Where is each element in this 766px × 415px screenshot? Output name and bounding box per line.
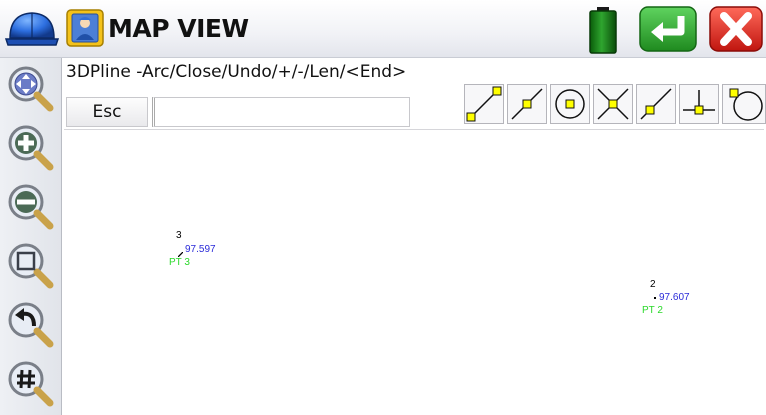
point-number: 3 [176,230,182,241]
pan-icon[interactable] [4,62,56,114]
close-icon[interactable] [709,6,763,52]
point-elevation: 97.597 [185,244,216,255]
map-canvas[interactable]: 3 97.597 PT 3 2 97.607 PT 2 [62,130,766,415]
point-number: 2 [650,279,656,290]
zoom-window-icon[interactable] [4,239,56,291]
title-bar: MAP VIEW [0,0,766,58]
enter-icon[interactable] [639,6,697,52]
snap-center-icon[interactable] [550,84,590,124]
helmet-icon[interactable] [4,6,60,52]
esc-button[interactable]: Esc [66,97,148,127]
command-prompt: 3DPline -Arc/Close/Undo/+/-/Len/<End> [66,62,407,82]
zoom-in-icon[interactable] [4,121,56,173]
command-input[interactable] [152,97,410,127]
battery-icon [587,6,619,54]
point-description: PT 3 [169,257,190,268]
point-elevation: 97.607 [659,292,690,303]
point-marker[interactable] [654,297,656,299]
snap-nearest-icon[interactable] [636,84,676,124]
point-marker[interactable] [177,244,184,258]
snap-midpoint-icon[interactable] [507,84,547,124]
snap-perpendicular-icon[interactable] [679,84,719,124]
snap-tangent-icon[interactable] [722,84,766,124]
left-toolbar [0,58,62,415]
zoom-out-icon[interactable] [4,180,56,232]
snap-intersection-icon[interactable] [593,84,633,124]
page-title: MAP VIEW [108,14,249,43]
point-description: PT 2 [642,305,663,316]
app-logo-icon [66,9,104,47]
grid-icon[interactable] [4,357,56,409]
zoom-previous-icon[interactable] [4,298,56,350]
snap-endpoint-icon[interactable] [464,84,504,124]
